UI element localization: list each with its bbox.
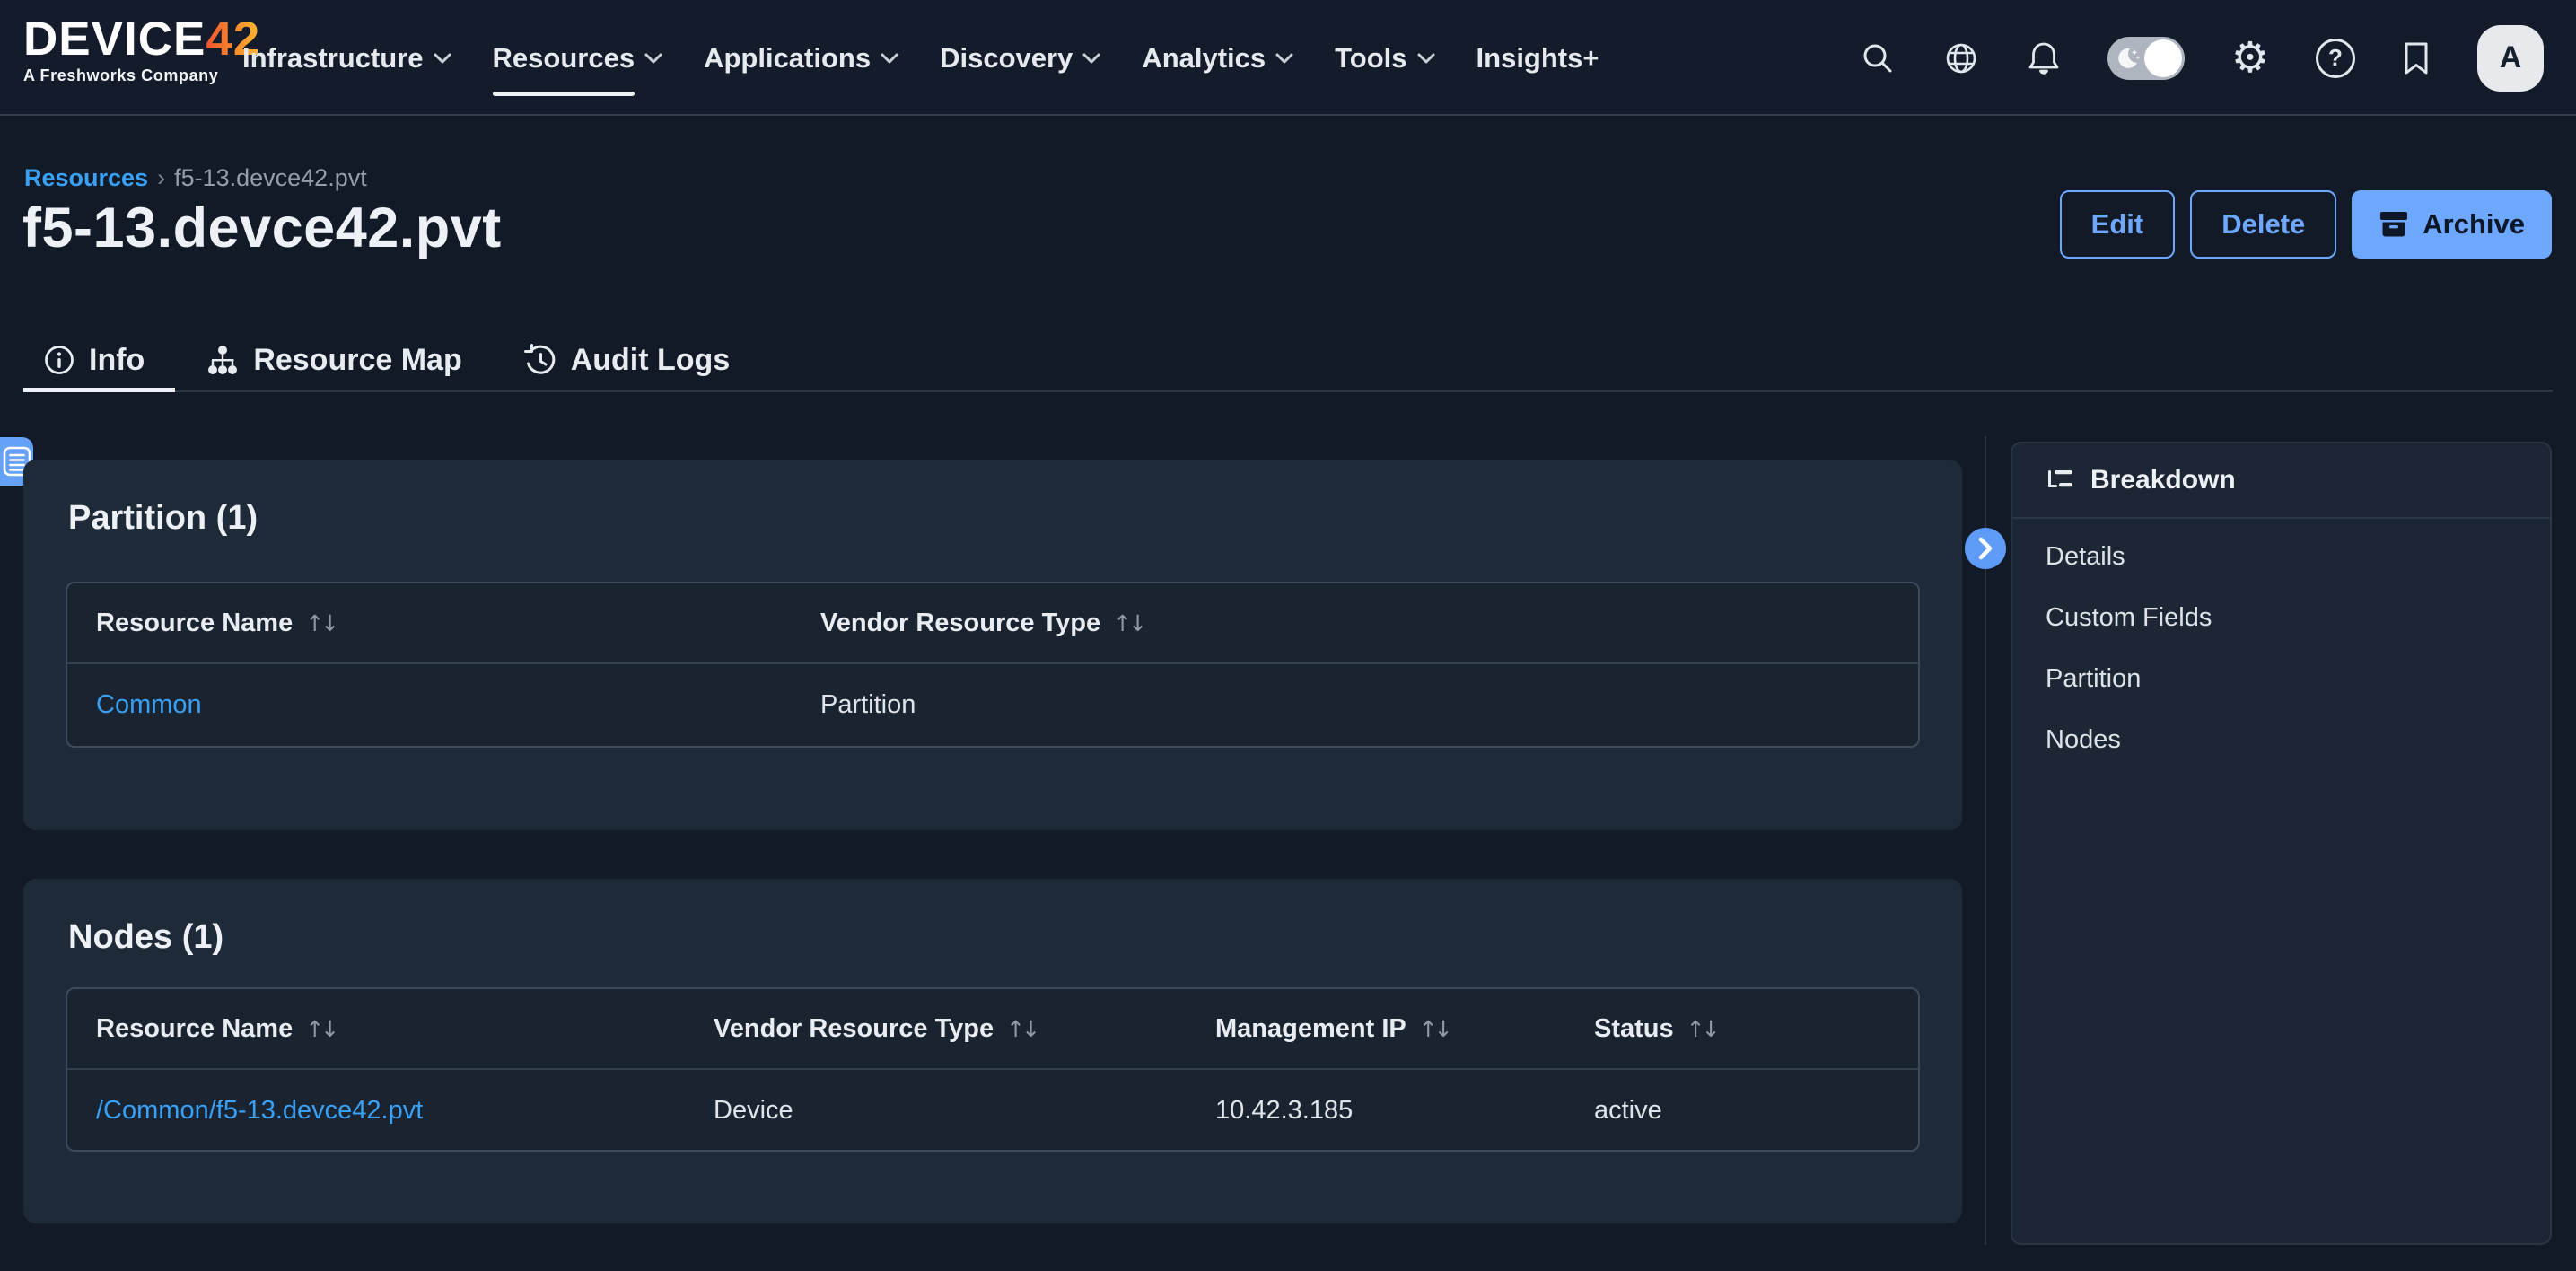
sitemap-icon (206, 344, 240, 376)
breakdown-item-custom-fields[interactable]: Custom Fields (2012, 587, 2550, 648)
toggle-knob (2144, 39, 2182, 77)
partition-type-cell: Partition (792, 690, 1918, 720)
breakdown-item-nodes[interactable]: Nodes (2012, 709, 2550, 770)
breakdown-title: Breakdown (2090, 465, 2236, 495)
collapse-panel-button[interactable] (1965, 528, 2006, 569)
tab-resource-map[interactable]: Resource Map (175, 330, 492, 390)
nodes-section: Nodes (1) Resource Name ↑↓ Vendor Resour… (23, 879, 1962, 1223)
nav-item-resources[interactable]: Resources (493, 0, 663, 116)
logo-text: DEVICE42 (23, 14, 260, 65)
breakdown-list: Details Custom Fields Partition Nodes (2012, 519, 2550, 770)
list-tree-icon (2045, 466, 2075, 495)
notifications-bell-icon[interactable] (2027, 39, 2061, 77)
nav-item-insights[interactable]: Insights+ (1476, 0, 1599, 116)
column-header-vendor-resource-type[interactable]: Vendor Resource Type ↑↓ (792, 609, 1918, 638)
column-header-vendor-resource-type[interactable]: Vendor Resource Type ↑↓ (685, 1014, 1187, 1044)
breadcrumb-current: f5-13.devce42.pvt (174, 164, 367, 192)
chevron-down-icon (1417, 53, 1435, 64)
page-actions: Edit Delete Archive (2060, 190, 2552, 259)
tab-audit-logs[interactable]: Audit Logs (493, 330, 761, 390)
node-status-cell: active (1565, 1096, 1918, 1126)
nav-item-tools[interactable]: Tools (1335, 0, 1434, 116)
device42-logo[interactable]: DEVICE42 A Freshworks Company (23, 14, 260, 85)
tab-info[interactable]: Info (23, 330, 175, 390)
node-resource-link[interactable]: /Common/f5-13.devce42.pvt (96, 1096, 423, 1126)
chevron-down-icon (644, 53, 662, 64)
breakdown-item-partition[interactable]: Partition (2012, 648, 2550, 709)
node-ip-cell: 10.42.3.185 (1187, 1096, 1565, 1126)
nav-item-discovery[interactable]: Discovery (940, 0, 1100, 116)
nodes-section-title: Nodes (1) (68, 918, 223, 957)
sort-icon[interactable]: ↑↓ (305, 610, 336, 636)
user-avatar[interactable]: A (2477, 25, 2544, 92)
nav-item-applications[interactable]: Applications (704, 0, 898, 116)
breakdown-panel: Breakdown Details Custom Fields Partitio… (2011, 442, 2552, 1245)
globe-icon[interactable] (1942, 39, 1980, 77)
history-icon (523, 343, 557, 377)
breadcrumb-resources-link[interactable]: Resources (24, 164, 148, 192)
theme-toggle[interactable] (2107, 37, 2185, 80)
table-row: Common Partition (67, 664, 1918, 746)
sort-icon[interactable]: ↑↓ (1687, 1016, 1717, 1042)
archive-box-icon (2379, 211, 2409, 238)
chevron-right-icon (1976, 537, 1994, 560)
chevron-down-icon (881, 53, 898, 64)
nodes-table-header: Resource Name ↑↓ Vendor Resource Type ↑↓… (67, 989, 1918, 1070)
column-header-management-ip[interactable]: Management IP ↑↓ (1187, 1014, 1565, 1044)
breadcrumb: Resources › f5-13.devce42.pvt (24, 164, 367, 192)
bookmark-icon[interactable] (2402, 40, 2431, 76)
sort-icon[interactable]: ↑↓ (1006, 1016, 1037, 1042)
archive-button[interactable]: Archive (2352, 190, 2552, 259)
partition-table-header: Resource Name ↑↓ Vendor Resource Type ↑↓ (67, 583, 1918, 664)
breakdown-item-details[interactable]: Details (2012, 526, 2550, 587)
info-icon (43, 344, 75, 376)
chevron-down-icon (1082, 53, 1100, 64)
column-header-resource-name[interactable]: Resource Name ↑↓ (67, 1014, 685, 1044)
partition-section-title: Partition (1) (68, 499, 258, 538)
help-icon[interactable]: ? (2316, 39, 2355, 78)
topbar-actions: ⚙ ? A (1860, 0, 2544, 116)
sort-icon[interactable]: ↑↓ (305, 1016, 336, 1042)
search-icon[interactable] (1860, 40, 1896, 76)
breadcrumb-separator: › (157, 164, 165, 192)
active-nav-underline (493, 92, 635, 96)
chevron-down-icon (434, 53, 451, 64)
table-row: /Common/f5-13.devce42.pvt Device 10.42.3… (67, 1070, 1918, 1152)
settings-gear-icon[interactable]: ⚙ (2231, 37, 2269, 79)
partition-section: Partition (1) Resource Name ↑↓ Vendor Re… (23, 460, 1962, 830)
breakdown-header: Breakdown (2012, 443, 2550, 519)
logo-tagline: A Freshworks Company (23, 66, 260, 85)
nav-item-analytics[interactable]: Analytics (1142, 0, 1293, 116)
node-type-cell: Device (685, 1096, 1187, 1126)
nav-item-infrastructure[interactable]: Infrastructure (242, 0, 451, 116)
main-menu: Infrastructure Resources Applications Di… (242, 0, 1599, 116)
sort-icon[interactable]: ↑↓ (1419, 1016, 1450, 1042)
chevron-down-icon (1275, 53, 1293, 64)
nodes-table: Resource Name ↑↓ Vendor Resource Type ↑↓… (66, 987, 1920, 1152)
column-header-status[interactable]: Status ↑↓ (1565, 1014, 1918, 1044)
top-navigation-bar: DEVICE42 A Freshworks Company Infrastruc… (0, 0, 2576, 116)
moon-icon (2116, 46, 2142, 71)
delete-button[interactable]: Delete (2190, 190, 2336, 259)
page-title: f5-13.devce42.pvt (22, 196, 502, 260)
partition-resource-link[interactable]: Common (96, 690, 202, 720)
sort-icon[interactable]: ↑↓ (1113, 610, 1143, 636)
detail-tabs: Info Resource Map Audit Logs (23, 330, 2553, 392)
partition-table: Resource Name ↑↓ Vendor Resource Type ↑↓… (66, 582, 1920, 748)
edit-button[interactable]: Edit (2060, 190, 2176, 259)
column-header-resource-name[interactable]: Resource Name ↑↓ (67, 609, 792, 638)
